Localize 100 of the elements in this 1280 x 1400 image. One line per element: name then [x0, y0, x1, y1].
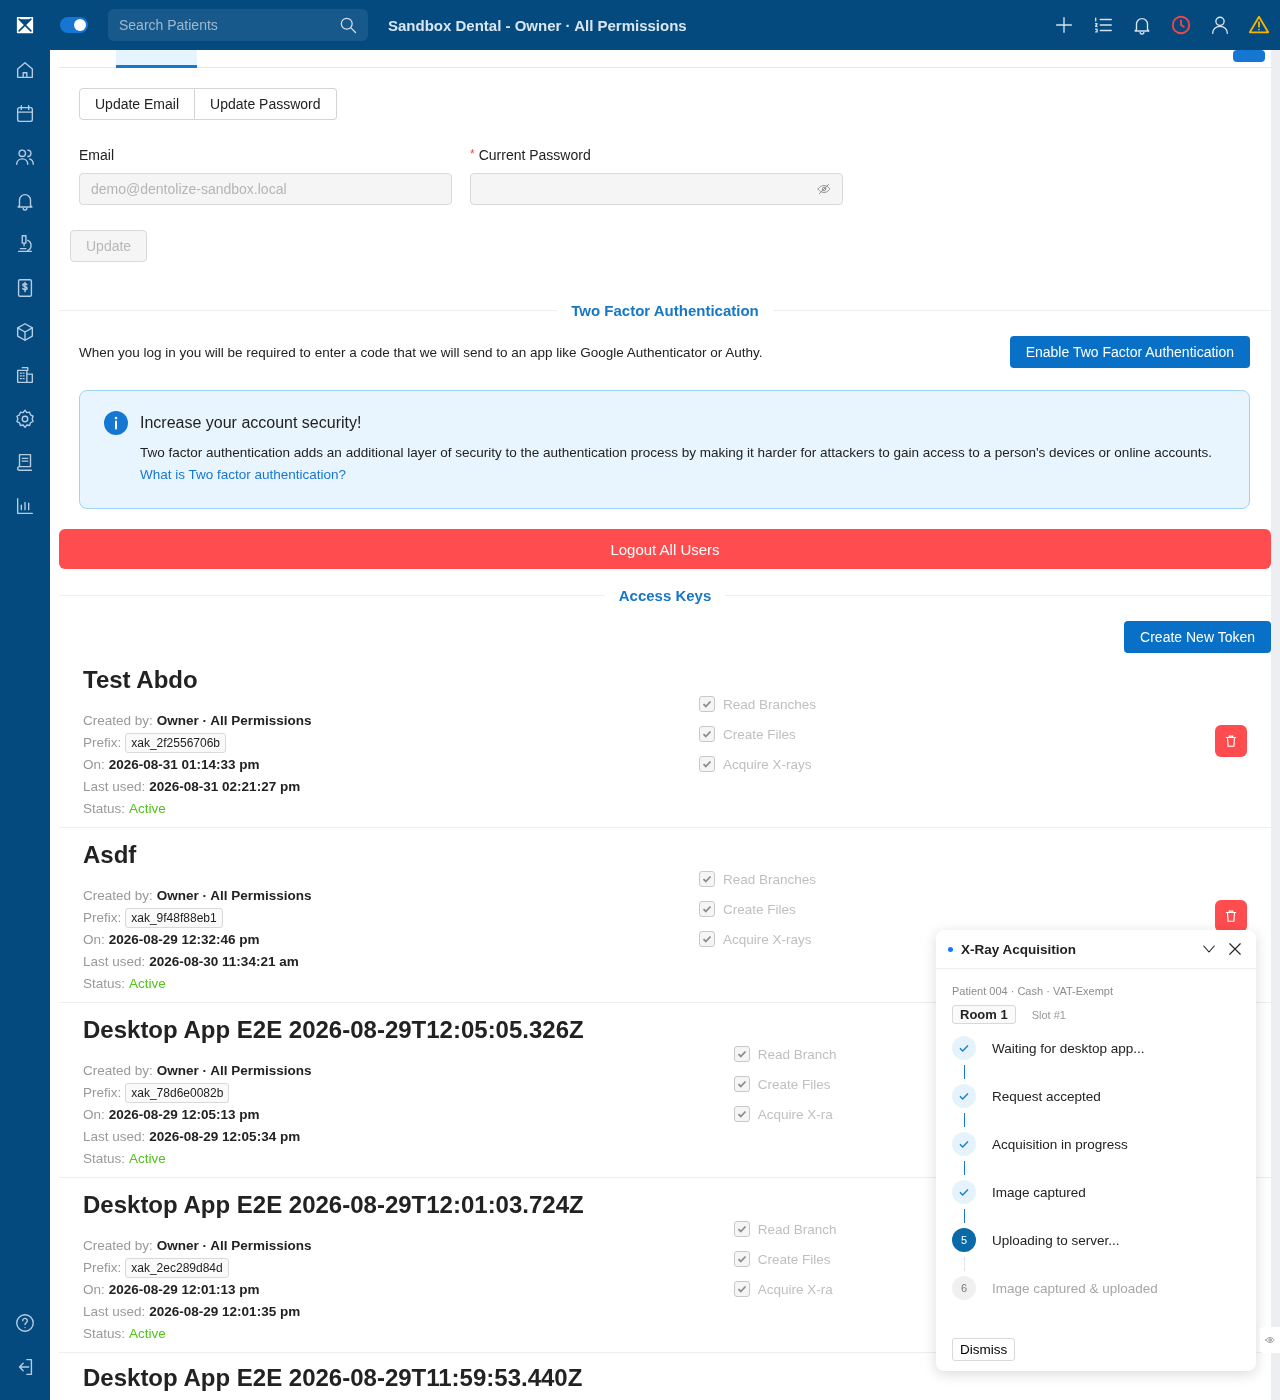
- enable-2fa-button[interactable]: Enable Two Factor Authentication: [1009, 336, 1250, 368]
- field-label: On:: [83, 931, 105, 949]
- help-icon[interactable]: [14, 1312, 36, 1334]
- date-text: 2026-08-31 02:21:27 pm: [149, 778, 301, 796]
- checkmark-icon: [736, 1109, 747, 1119]
- permission-label: Acquire X-ra: [757, 1106, 833, 1122]
- trash-icon[interactable]: [1224, 909, 1238, 923]
- key-title: Desktop App E2E 2026-08-29T11:59:53.440Z: [83, 1364, 583, 1392]
- field-label: Created by:: [83, 1062, 153, 1080]
- status-text: Active: [129, 975, 166, 993]
- creator-text: Owner · All Permissions: [156, 887, 312, 905]
- checkbox[interactable]: [733, 1106, 750, 1122]
- key-title: Test Abdo: [83, 666, 199, 694]
- step-label: Request accepted: [992, 1088, 1101, 1104]
- segment-button[interactable]: Update Email: [79, 88, 196, 120]
- prefix-tag: xak_78d6e0082b: [125, 1083, 230, 1103]
- trash-icon[interactable]: [1224, 734, 1238, 748]
- required-asterisk: *: [470, 147, 475, 163]
- field-label: Status:: [83, 975, 126, 993]
- date-text: 2026-08-31 01:14:33 pm: [108, 756, 260, 774]
- checkmark-icon: [702, 934, 712, 944]
- field-label: Last used:: [83, 1128, 146, 1146]
- field-label: Last used:: [83, 778, 146, 796]
- checkmark-icon: [736, 1049, 747, 1059]
- calendar-icon[interactable]: [14, 102, 36, 125]
- checkbox[interactable]: [699, 901, 715, 917]
- step-label: Image captured & uploaded: [992, 1280, 1158, 1296]
- field-label: Status:: [83, 800, 126, 818]
- key-title: Desktop App E2E 2026-08-29T12:05:05.326Z: [83, 1016, 584, 1044]
- checkbox[interactable]: [733, 1281, 750, 1297]
- status-text: Active: [129, 1150, 166, 1168]
- creator-text: Owner · All Permissions: [156, 712, 312, 730]
- create-token-button[interactable]: Create New Token: [1124, 621, 1271, 653]
- numbered-list-icon[interactable]: [1092, 14, 1114, 36]
- prefix-tag: xak_2f2556706b: [125, 733, 226, 753]
- logo-icon[interactable]: [15, 15, 35, 35]
- clock-icon[interactable]: [1170, 14, 1192, 36]
- date-text: 2026-08-29 12:05:13 pm: [108, 1106, 260, 1124]
- permission-label: Acquire X-rays: [723, 756, 812, 772]
- field-label: Prefix:: [83, 1084, 122, 1102]
- key-title: Asdf: [83, 841, 138, 869]
- segment-button[interactable]: Update Password: [195, 88, 337, 120]
- checkbox[interactable]: [733, 1251, 750, 1267]
- checkbox[interactable]: [733, 1076, 750, 1092]
- field-label: Prefix:: [83, 1259, 122, 1277]
- permission-label: Acquire X-rays: [723, 931, 812, 947]
- logout-all-button[interactable]: Logout All Users: [59, 529, 1271, 569]
- slot-text: Slot #1: [1031, 1008, 1066, 1021]
- checkbox[interactable]: [699, 726, 715, 742]
- close-icon[interactable]: [1226, 940, 1244, 958]
- search-field[interactable]: Search Patients: [108, 9, 368, 41]
- prefix-tag: xak_2ec289d84d: [125, 1258, 229, 1278]
- field-label: On:: [83, 1281, 105, 1299]
- date-text: 2026-08-30 11:34:21 am: [149, 953, 299, 971]
- checkmark-icon: [702, 904, 712, 914]
- checkbox[interactable]: [699, 756, 715, 772]
- home-icon[interactable]: [14, 59, 36, 81]
- field-label: Last used:: [83, 953, 146, 971]
- checkmark-icon: [702, 729, 712, 739]
- permission-label: Read Branch: [757, 1046, 837, 1062]
- status-dot: [948, 946, 953, 952]
- delete-button[interactable]: [1215, 900, 1247, 932]
- panel-title: X-Ray Acquisition: [961, 941, 1077, 957]
- box-icon[interactable]: [14, 320, 36, 343]
- permission-label: Read Branches: [723, 696, 817, 712]
- delete-button[interactable]: [1215, 725, 1247, 757]
- checkmark-icon: [702, 699, 712, 709]
- toggle-switch[interactable]: [60, 17, 88, 33]
- settings-icon[interactable]: [14, 407, 36, 430]
- search-icon[interactable]: [338, 15, 358, 35]
- plus-icon[interactable]: [1053, 14, 1075, 36]
- checkbox[interactable]: [699, 931, 715, 947]
- checkbox[interactable]: [699, 696, 715, 712]
- field-label: Prefix:: [83, 734, 122, 752]
- dismiss-button[interactable]: Dismiss: [952, 1338, 1016, 1361]
- permission-label: Create Files: [723, 901, 796, 917]
- prefix-tag: xak_9f48f88eb1: [125, 908, 223, 928]
- description-text: When you log in you will be required to enter a code that we will send to an app like Google Authenticator or Authy.: [79, 344, 763, 360]
- page-title: Sandbox Dental - Owner · All Permissions: [388, 16, 687, 34]
- section-heading: Two Factor Authentication: [571, 302, 759, 319]
- checkbox[interactable]: [699, 871, 715, 887]
- warning-icon[interactable]: [1248, 14, 1270, 36]
- checkmark-icon: [702, 759, 712, 769]
- eye-slash-icon[interactable]: [817, 182, 831, 196]
- button[interactable]: [1233, 50, 1265, 62]
- user-icon[interactable]: [1209, 14, 1231, 36]
- password-field[interactable]: [470, 173, 843, 205]
- field-label: Last used:: [83, 1303, 146, 1321]
- checkbox[interactable]: [733, 1221, 750, 1237]
- key-title: Desktop App E2E 2026-08-29T12:01:03.724Z: [83, 1191, 584, 1219]
- checkmark-icon: [736, 1254, 747, 1264]
- checkbox[interactable]: [733, 1046, 750, 1062]
- status-text: Active: [129, 1325, 166, 1343]
- permission-label: Create Files: [723, 726, 796, 742]
- patient-info: Patient 004 · Cash · VAT-Exempt: [952, 985, 1114, 997]
- permission-label: Create Files: [757, 1076, 831, 1092]
- help-link[interactable]: What is Two factor authentication?: [140, 467, 347, 482]
- field-label: On:: [83, 756, 105, 774]
- step-label: Acquisition in progress: [992, 1136, 1128, 1152]
- section-heading: Access Keys: [618, 587, 712, 604]
